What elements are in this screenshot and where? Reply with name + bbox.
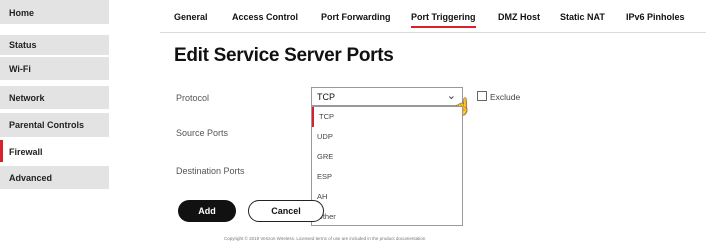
sidebar-item-advanced[interactable]: Advanced <box>0 166 109 189</box>
sidebar-item-firewall[interactable]: Firewall <box>0 140 109 162</box>
sidebar-item-status[interactable]: Status <box>0 35 109 55</box>
protocol-option-tcp[interactable]: TCP <box>312 107 462 127</box>
tab-divider <box>160 32 706 33</box>
protocol-select-value: TCP <box>317 92 335 102</box>
protocol-option-ah[interactable]: AH <box>312 187 462 207</box>
tab-static-nat[interactable]: Static NAT <box>560 12 605 22</box>
option-label: GRE <box>317 152 334 161</box>
sidebar-item-label: Wi-Fi <box>9 64 31 74</box>
footer-copyright: Copyright © 2019 Verizon Wireless. Licen… <box>224 236 426 241</box>
page-title: Edit Service Server Ports <box>174 45 394 66</box>
option-label: UDP <box>317 132 333 141</box>
sidebar-item-parental-controls[interactable]: Parental Controls <box>0 113 109 137</box>
checkbox-box[interactable] <box>477 91 487 101</box>
tab-ipv6-pinholes[interactable]: IPv6 Pinholes <box>626 12 685 22</box>
protocol-select[interactable]: TCP ⌄ <box>311 87 463 106</box>
add-button[interactable]: Add <box>178 200 236 222</box>
sidebar-item-label: Parental Controls <box>9 120 85 130</box>
protocol-dropdown-list: TCP UDP GRE ESP AH Other <box>311 106 463 226</box>
sidebar-item-wifi[interactable]: Wi-Fi <box>0 57 109 80</box>
sidebar-item-label: Network <box>9 93 45 103</box>
sidebar-item-label: Firewall <box>9 147 43 157</box>
sidebar-item-label: Advanced <box>9 173 53 183</box>
protocol-option-esp[interactable]: ESP <box>312 167 462 187</box>
option-label: AH <box>317 192 328 201</box>
destination-ports-label: Destination Ports <box>176 166 245 176</box>
protocol-label: Protocol <box>176 93 210 103</box>
sidebar: Home Status Wi-Fi Network Parental Contr… <box>0 0 109 200</box>
sidebar-item-label: Home <box>9 8 35 18</box>
cancel-button[interactable]: Cancel <box>248 200 324 222</box>
tab-port-triggering[interactable]: Port Triggering <box>411 12 476 28</box>
tab-dmz-host[interactable]: DMZ Host <box>498 12 540 22</box>
tab-general[interactable]: General <box>174 12 208 22</box>
exclude-label: Exclude <box>490 92 521 102</box>
protocol-option-gre[interactable]: GRE <box>312 147 462 167</box>
option-label: ESP <box>317 172 333 181</box>
exclude-checkbox[interactable]: Exclude <box>477 91 520 102</box>
protocol-option-udp[interactable]: UDP <box>312 127 462 147</box>
sidebar-item-label: Status <box>9 40 37 50</box>
sidebar-item-home[interactable]: Home <box>0 0 109 24</box>
tab-access-control[interactable]: Access Control <box>232 12 298 22</box>
source-ports-label: Source Ports <box>176 128 229 138</box>
protocol-option-other[interactable]: Other <box>312 207 462 227</box>
sidebar-item-network[interactable]: Network <box>0 86 109 109</box>
tab-port-forwarding[interactable]: Port Forwarding <box>321 12 391 22</box>
option-label: TCP <box>319 112 334 121</box>
